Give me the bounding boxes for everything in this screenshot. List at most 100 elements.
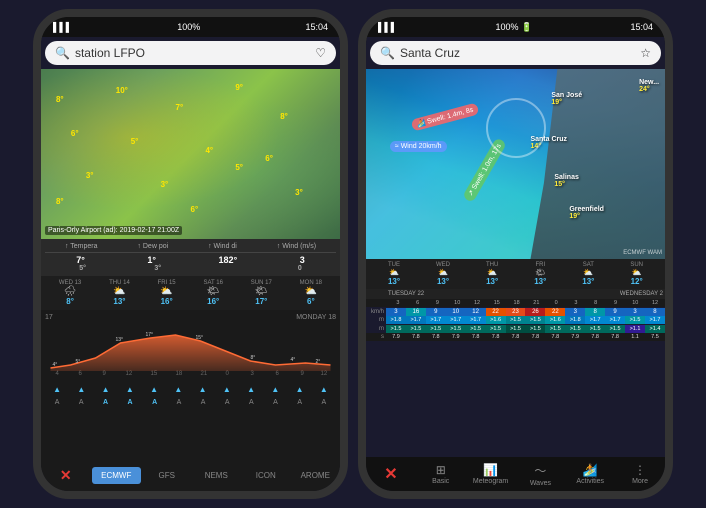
right-signal-icon: ▌▌▌ — [378, 22, 397, 32]
wh1-2: >1.7 — [426, 316, 446, 324]
metogram-icon: 📊 — [483, 463, 498, 477]
tab-gfs[interactable]: GFS — [142, 467, 192, 484]
ws-3: 10 — [446, 308, 466, 316]
right-forecast-strip: TUE ⛅ 13° WED ⛅ 13° THU ⛅ 13° FRI 🌤 13° … — [366, 259, 665, 289]
svg-text:3: 3 — [251, 371, 255, 377]
right-favorite-icon[interactable]: ☆ — [640, 46, 651, 60]
p-5: 7.8 — [486, 333, 506, 341]
tab-waves[interactable]: 〜 Waves — [515, 462, 565, 487]
svg-text:5°: 5° — [76, 359, 81, 365]
col-temp: ↑ Tempera — [65, 243, 98, 250]
tab-ecmwf[interactable]: ECMWF — [92, 467, 142, 484]
svg-text:12: 12 — [126, 371, 133, 377]
table-header: TUESDAY 22 WEDNESDAY 2 — [366, 289, 665, 299]
p-11: 7.8 — [605, 333, 625, 341]
tab-basic[interactable]: ⊞ Basic — [416, 463, 466, 485]
search-text: station LFPO — [75, 46, 145, 60]
right-search-text: Santa Cruz — [400, 46, 460, 60]
forecast-day-4: SUN 17 🌤 17° — [251, 280, 272, 306]
forecast-day-5: MON 18 ⛅ 6° — [300, 280, 322, 306]
svg-text:2°: 2° — [316, 359, 321, 365]
col-dew: ↑ Dew poi — [137, 243, 168, 250]
favorite-icon[interactable]: ♡ — [315, 46, 326, 60]
ws-11: 9 — [605, 308, 625, 316]
wh1-13: >1.7 — [645, 316, 665, 324]
col-wind-speed: ↑ Wind (m/s) — [277, 243, 316, 250]
wind-arrow-0: ▲ — [53, 385, 61, 394]
period-label: s — [366, 334, 386, 340]
svg-text:21: 21 — [201, 371, 208, 377]
left-status-bar: ▌▌▌ 100% 15:04 — [41, 17, 340, 37]
svg-text:15: 15 — [151, 371, 158, 377]
svg-text:9: 9 — [301, 371, 305, 377]
wh1-9: >1.8 — [565, 316, 585, 324]
hourly-chart: 17 MONDAY 18 4 6 9 12 15 18 21 0 3 6 9 1… — [41, 310, 340, 459]
radar-circle-small — [486, 98, 546, 158]
right-search-bar[interactable]: 🔍 Santa Cruz ☆ — [370, 41, 661, 65]
right-forecast-2: THU ⛅ 13° — [486, 262, 498, 286]
p-13: 7.5 — [645, 333, 665, 341]
wh2-2: >1.5 — [426, 325, 446, 333]
wind-speed-cells: 3 16 9 10 12 22 23 26 22 3 8 9 3 8 — [386, 308, 665, 316]
battery-time: 100% — [177, 22, 200, 32]
ws-7: 26 — [525, 308, 545, 316]
wh2-12: >1.1 — [625, 325, 645, 333]
wh1-12: >1.5 — [625, 316, 645, 324]
val-wind2: 0 — [298, 265, 302, 272]
chart-svg: 4 6 9 12 15 18 21 0 3 6 9 12 — [45, 323, 336, 378]
table-header-tuesday: TUESDAY 22 — [388, 291, 526, 297]
close-button-right[interactable]: ✕ — [366, 464, 416, 484]
wind-badge: ≈ Wind 20km/h — [390, 141, 447, 152]
wave-height-row1: m >1.8 >1.7 >1.7 >1.7 >1.7 >1.6 >1.5 >1.… — [366, 316, 665, 324]
tab-arome[interactable]: AROME — [291, 467, 341, 484]
p-7: 7.8 — [525, 333, 545, 341]
wh1-6: >1.5 — [506, 316, 526, 324]
tab-nems[interactable]: NEMS — [192, 467, 242, 484]
p-2: 7.8 — [426, 333, 446, 341]
weather-data-panel: ↑ Tempera ↑ Dew poi ↑ Wind di ↑ Wind (m/… — [41, 239, 340, 276]
wind-speed-row: km/h 3 16 9 10 12 22 23 26 22 3 8 9 3 8 — [366, 308, 665, 316]
right-bottom-tabs: ✕ ⊞ Basic 📊 Meteogram 〜 Waves 🏄 Activiti… — [366, 457, 665, 491]
right-forecast-3: FRI 🌤 13° — [534, 262, 546, 286]
data-values-row: 7° 1° 182° 3 — [45, 255, 336, 265]
wh2-4: >1.5 — [466, 325, 486, 333]
left-search-bar[interactable]: 🔍 station LFPO ♡ — [45, 41, 336, 65]
signal-icon: ▌▌▌ — [53, 22, 72, 32]
val-dew2: 3° — [154, 265, 161, 272]
forecast-day-3: SAT 16 🌤 16° — [203, 280, 222, 306]
time-row-label — [366, 300, 388, 306]
wind-speed-label: km/h — [366, 309, 386, 315]
colored-data-table: TUESDAY 22 WEDNESDAY 2 3 6 9 10 12 15 18… — [366, 289, 665, 457]
tab-icon[interactable]: ICON — [241, 467, 291, 484]
city-new: New...24° — [639, 79, 659, 93]
city-greenfield: Greenfield19° — [569, 206, 604, 220]
svg-text:6: 6 — [276, 371, 280, 377]
right-search-icon: 🔍 — [380, 46, 395, 60]
more-icon: ⋮ — [634, 463, 646, 477]
tab-activities[interactable]: 🏄 Activities — [565, 463, 615, 485]
wh1-5: >1.6 — [486, 316, 506, 324]
ws-1: 16 — [406, 308, 426, 316]
city-salinas: Salinas15° — [554, 174, 579, 188]
val-wind-dir: 182° — [219, 255, 238, 265]
wave-label-1: m — [366, 317, 386, 323]
wh1-10: >1.7 — [585, 316, 605, 324]
time-left: 15:04 — [305, 22, 328, 32]
forecast-day-2: FRI 15 ⛅ 16° — [158, 280, 176, 306]
ws-13: 8 — [645, 308, 665, 316]
chart-right-label: MONDAY 18 — [296, 314, 336, 321]
tab-more[interactable]: ⋮ More — [615, 463, 665, 485]
data-header-row: ↑ Tempera ↑ Dew poi ↑ Wind di ↑ Wind (m/… — [45, 243, 336, 253]
left-phone: ▌▌▌ 100% 15:04 🔍 station LFPO ♡ 8° 10° 7… — [33, 9, 348, 499]
wh2-6: >1.5 — [506, 325, 526, 333]
wh2-13: >1.4 — [645, 325, 665, 333]
close-button-left[interactable]: ✕ — [41, 463, 91, 488]
wh2-1: >1.5 — [406, 325, 426, 333]
tab-metogram[interactable]: 📊 Meteogram — [466, 463, 516, 485]
metogram-label: Meteogram — [473, 478, 508, 485]
wave-cells-1: >1.8 >1.7 >1.7 >1.7 >1.7 >1.6 >1.5 >1.5 … — [386, 316, 665, 324]
forecast-day-0: WED 13 🌧 8° — [59, 280, 81, 306]
ws-2: 9 — [426, 308, 446, 316]
wh1-4: >1.7 — [466, 316, 486, 324]
right-time: 15:04 — [630, 22, 653, 32]
